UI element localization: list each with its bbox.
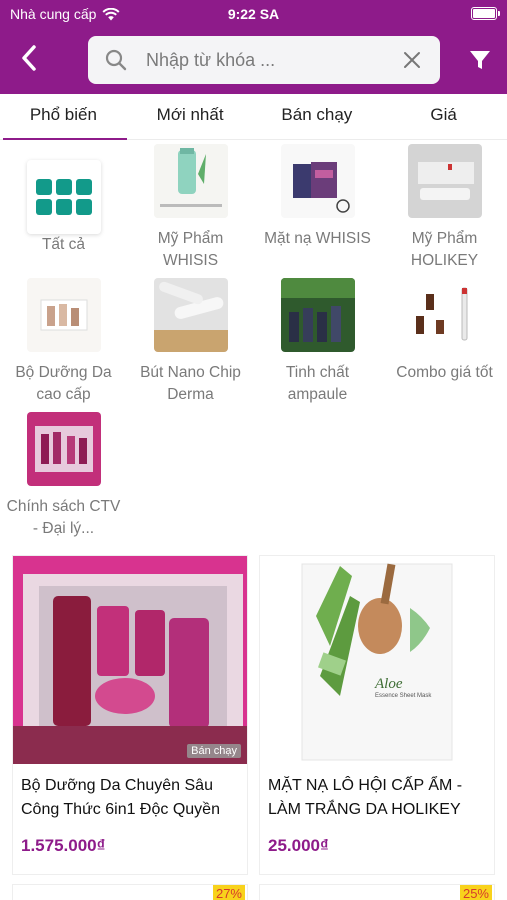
filter-icon[interactable] [466, 46, 494, 74]
category-all[interactable]: Tất cả [0, 160, 127, 256]
category-ampoule-serum[interactable]: Tinh chất ampaule [254, 278, 381, 406]
category-combo-deals[interactable]: Combo giá tốt [381, 278, 507, 384]
search-icon [105, 49, 127, 71]
category-nano-chip-derma-pen[interactable]: Bút Nano Chip Derma [127, 278, 254, 406]
tab-popular[interactable]: Phổ biến [0, 94, 127, 140]
category-label: Mỹ Phẩm WHISIS [157, 230, 224, 269]
clear-icon[interactable] [402, 50, 422, 70]
category-holikey-cosmetics[interactable]: Mỹ Phẩm HOLIKEY [381, 144, 507, 272]
tab-price[interactable]: Giá [380, 94, 507, 139]
product-card[interactable]: Bán chạy Bộ Dưỡng Da Chuyên Sâu Công Thứ… [12, 555, 248, 875]
category-image [26, 412, 101, 486]
product-box-label: Aloe Essence Sheet Mask [375, 676, 455, 699]
product-card[interactable]: 25% [259, 884, 495, 900]
best-seller-badge: Bán chạy [187, 744, 241, 758]
category-image [407, 278, 482, 352]
category-label: Combo giá tốt [396, 364, 493, 381]
chevron-left-icon [22, 45, 36, 71]
product-price: 1.575.000₫ [21, 836, 106, 855]
product-box-title: Aloe [375, 676, 403, 692]
tab-newest[interactable]: Mới nhất [127, 94, 254, 139]
search-input[interactable] [146, 46, 396, 74]
tab-best-selling[interactable]: Bán chạy [254, 94, 381, 139]
category-image [153, 144, 228, 218]
category-image [153, 278, 228, 352]
category-label: Mỹ Phẩm HOLIKEY [410, 230, 479, 269]
search-bar[interactable] [88, 36, 440, 84]
category-label: Tất cả [41, 236, 86, 253]
clock: 9:22 SA [227, 6, 280, 22]
product-name: Bộ Dưỡng Da Chuyên Sâu Công Thức 6in1 Độ… [21, 777, 220, 818]
product-card[interactable]: 27% [12, 884, 248, 900]
category-label: Bút Nano Chip Derma [140, 364, 241, 403]
product-image: Bán chạy [13, 556, 247, 764]
sort-tabs: Phổ biến Mới nhất Bán chạy Giá [0, 94, 507, 140]
category-image [407, 144, 482, 218]
discount-badge: 25% [459, 885, 492, 900]
product-card[interactable]: MẶT NẠ LÔ HỘI CẤP ẨM - LÀM TRẮNG DA HOLI… [259, 555, 495, 875]
battery-icon [471, 7, 500, 20]
top-app-bar: Nhà cung cấp 9:22 SA [0, 0, 507, 94]
status-bar: Nhà cung cấp 9:22 SA [0, 0, 507, 28]
category-premium-skincare[interactable]: Bộ Dưỡng Da cao cấp [0, 278, 127, 406]
discount-badge: 27% [212, 885, 245, 900]
category-image [26, 278, 101, 352]
category-image [280, 278, 355, 352]
category-label: Chính sách CTV - Đại lý... [6, 498, 121, 537]
category-image [280, 144, 355, 218]
category-whisis-masks[interactable]: Mặt nạ WHISIS [254, 144, 381, 250]
back-button[interactable] [14, 43, 44, 73]
category-whisis-cosmetics[interactable]: Mỹ Phẩm WHISIS [127, 144, 254, 272]
product-name: MẶT NẠ LÔ HỘI CẤP ẨM - LÀM TRẮNG DA HOLI… [268, 777, 463, 818]
category-label: Mặt nạ WHISIS [264, 230, 371, 247]
category-label: Bộ Dưỡng Da cao cấp [15, 364, 112, 403]
category-label: Tinh chất ampaule [285, 364, 350, 403]
product-price: 25.000₫ [268, 836, 329, 855]
product-box-subtitle: Essence Sheet Mask [375, 693, 432, 699]
product-image [260, 556, 494, 764]
category-ctv-agent-policy[interactable]: Chính sách CTV - Đại lý... [0, 412, 127, 540]
grid-icon [26, 160, 101, 234]
